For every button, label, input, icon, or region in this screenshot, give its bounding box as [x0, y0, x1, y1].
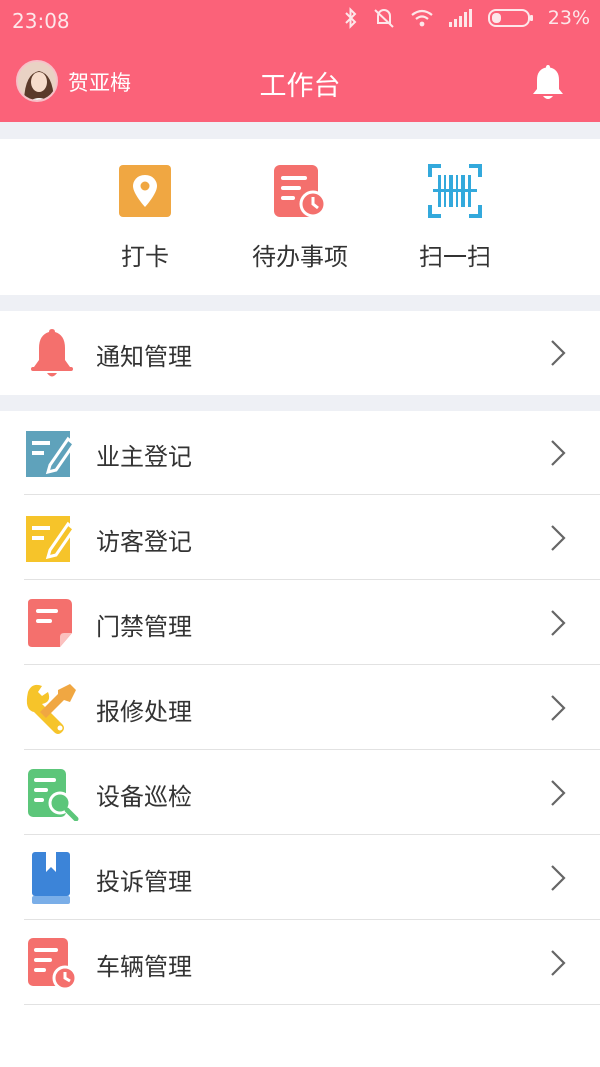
wifi-icon: [410, 8, 434, 28]
section-gap: [0, 395, 600, 411]
list-item-label: 业主登记: [96, 443, 192, 471]
chevron-right-icon: [551, 695, 566, 721]
app-header: 23:08 23% 贺亚梅 工作台: [0, 0, 600, 122]
chevron-right-icon: [551, 780, 566, 806]
list-item-label: 访客登记: [96, 528, 192, 556]
battery-percent: 23%: [547, 7, 590, 29]
list-item-vehicle-management[interactable]: 车辆管理: [0, 921, 600, 1005]
chevron-right-icon: [551, 610, 566, 636]
battery-icon: [487, 8, 534, 28]
divider: [24, 834, 600, 835]
visitor-register-icon: [26, 516, 77, 562]
quick-action-scan[interactable]: 扫一扫: [380, 139, 530, 295]
chevron-right-icon: [551, 950, 566, 976]
quick-action-label: 扫一扫: [419, 243, 491, 271]
barcode-scan-icon: [428, 164, 482, 218]
signal-icon: [448, 8, 474, 28]
divider: [24, 919, 600, 920]
quick-action-label: 待办事项: [252, 243, 348, 271]
list-item-visitor-register[interactable]: 访客登记: [0, 496, 600, 580]
divider: [24, 749, 600, 750]
notification-bell-button[interactable]: [528, 60, 568, 104]
list-item-complaint-management[interactable]: 投诉管理: [0, 836, 600, 920]
divider: [24, 664, 600, 665]
quick-action-label: 打卡: [121, 243, 169, 271]
status-bar: 23:08 23%: [0, 0, 600, 44]
divider: [24, 494, 600, 495]
list-item-access-control[interactable]: 门禁管理: [0, 581, 600, 665]
mute-icon: [372, 7, 396, 29]
status-icons: 23%: [344, 7, 590, 29]
list-item-owner-register[interactable]: 业主登记: [0, 411, 600, 495]
repair-tools-icon: [26, 684, 76, 734]
chevron-right-icon: [551, 440, 566, 466]
list-item-label: 通知管理: [96, 343, 192, 371]
list-item-equipment-inspection[interactable]: 设备巡检: [0, 751, 600, 835]
vehicle-doc-icon: [28, 938, 78, 991]
complaint-book-icon: [32, 852, 70, 904]
quick-actions-panel: 打卡 待办事项 扫一扫: [0, 139, 600, 295]
list-item-label: 设备巡检: [96, 783, 192, 811]
divider: [24, 1004, 600, 1005]
access-control-icon: [28, 599, 72, 647]
location-pin-icon: [119, 165, 171, 217]
list-item-label: 报修处理: [96, 698, 192, 726]
divider: [24, 579, 600, 580]
section-gap: [0, 295, 600, 311]
list-item-label: 门禁管理: [96, 613, 192, 641]
todo-clock-icon: [274, 165, 327, 218]
chevron-right-icon: [551, 865, 566, 891]
list-item-notice-management[interactable]: 通知管理: [0, 311, 600, 395]
list-item-repair-handling[interactable]: 报修处理: [0, 666, 600, 750]
page-title: 工作台: [259, 71, 341, 102]
bell-icon: [31, 329, 73, 377]
chevron-right-icon: [551, 525, 566, 551]
equipment-inspect-icon: [28, 769, 79, 821]
quick-action-todo[interactable]: 待办事项: [225, 139, 375, 295]
bell-icon: [533, 65, 563, 99]
status-time: 23:08: [12, 9, 70, 33]
section-gap: [0, 122, 600, 139]
owner-register-icon: [26, 431, 77, 477]
list-item-label: 车辆管理: [96, 953, 192, 981]
list-item-label: 投诉管理: [96, 868, 192, 896]
quick-action-checkin[interactable]: 打卡: [70, 139, 220, 295]
bluetooth-icon: [344, 7, 358, 29]
chevron-right-icon: [551, 340, 566, 366]
